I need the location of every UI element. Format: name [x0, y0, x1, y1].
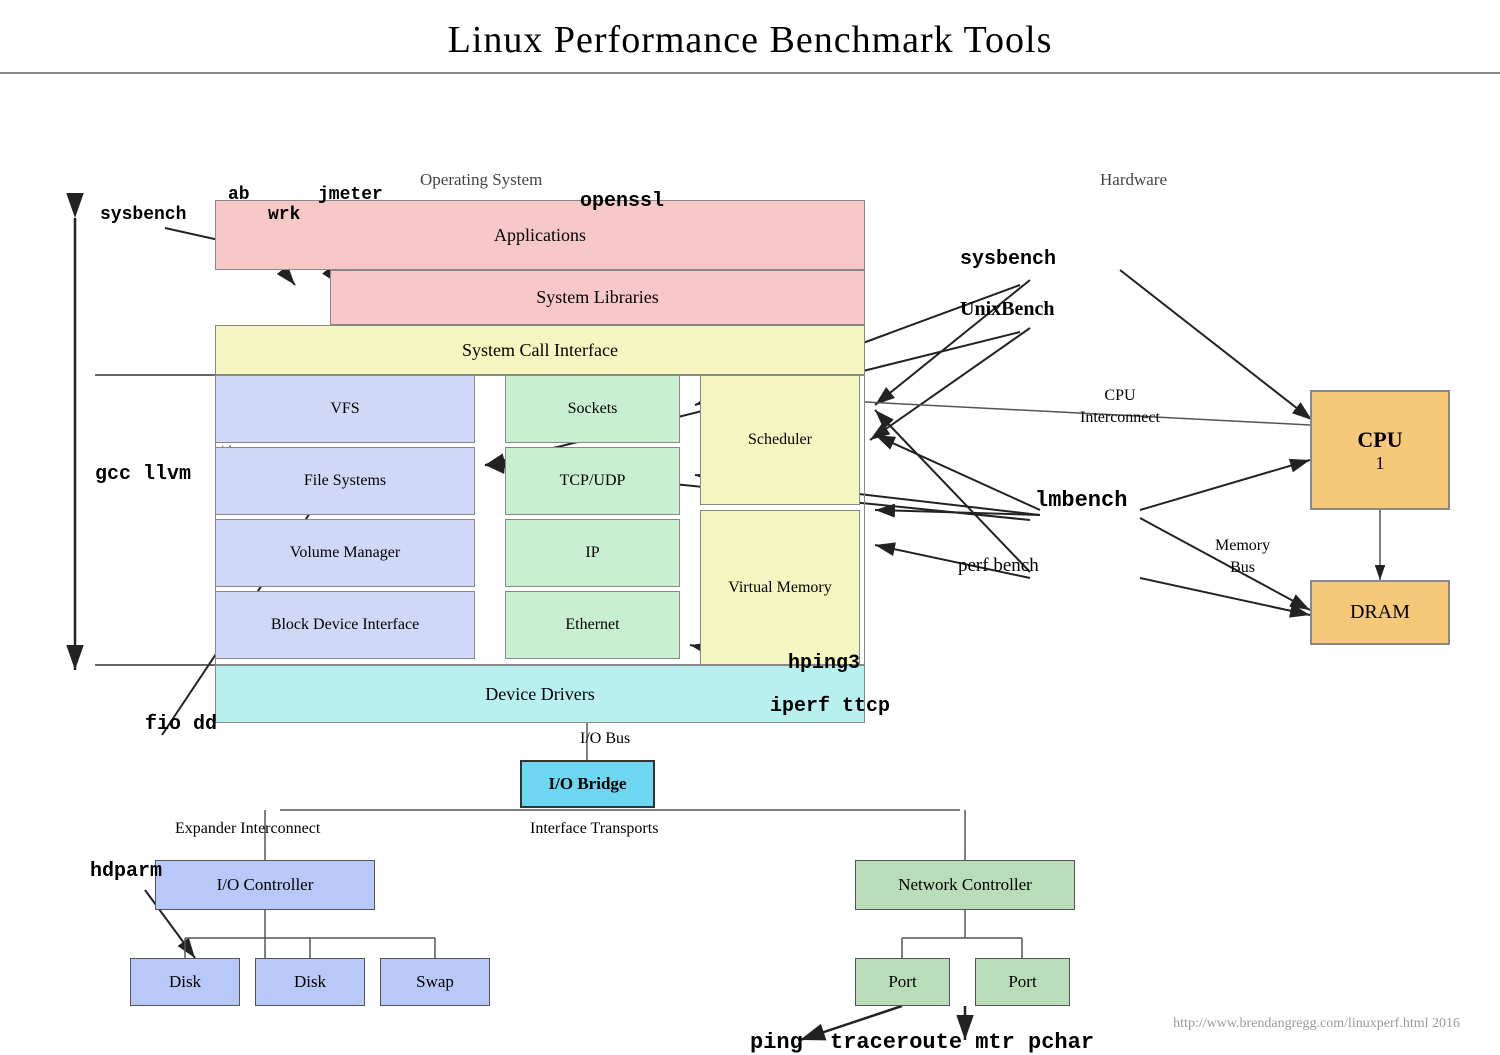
os-region-label: Operating System	[420, 170, 542, 190]
disk1-box: Disk	[130, 958, 240, 1006]
syscall-label: System Call Interface	[462, 340, 618, 361]
layer-syscall: System Call Interface	[215, 325, 865, 375]
device-drivers-label: Device Drivers	[485, 684, 594, 705]
layer-drivers: Device Drivers	[215, 665, 865, 723]
swap-box: Swap	[380, 958, 490, 1006]
disk1-label: Disk	[169, 972, 201, 992]
sockets-label: Sockets	[568, 400, 618, 418]
net-controller-label: Network Controller	[898, 875, 1032, 895]
io-controller-label: I/O Controller	[217, 875, 314, 895]
ping-tool: ping	[750, 1030, 803, 1055]
dram-label: DRAM	[1350, 601, 1410, 624]
filesystems-box: File Systems	[215, 447, 475, 515]
wrk-tool: wrk	[268, 205, 300, 225]
scheduler-box: Scheduler	[700, 375, 860, 505]
cpu-box: CPU 1	[1310, 390, 1450, 510]
ip-label: IP	[585, 544, 599, 562]
layer-applications: Applications	[215, 200, 865, 270]
filesystems-label: File Systems	[304, 472, 386, 490]
block-device-label: Block Device Interface	[271, 616, 419, 634]
volume-manager-label: Volume Manager	[290, 544, 400, 562]
virtual-memory-label: Virtual Memory	[728, 579, 831, 597]
io-bus-label: I/O Bus	[580, 730, 630, 748]
vfs-label: VFS	[330, 400, 359, 418]
ab-tool: ab	[228, 185, 250, 205]
swap-label: Swap	[416, 972, 454, 992]
cpu-label: CPU	[1357, 427, 1402, 453]
syslibs-label: System Libraries	[536, 287, 658, 308]
unixbench-label: UnixBench	[960, 298, 1054, 320]
applications-label: Applications	[494, 225, 586, 246]
sysbench-right-tool: sysbench	[960, 248, 1056, 271]
tcp-udp-label: TCP/UDP	[560, 472, 626, 490]
interface-transports-label: Interface Transports	[530, 820, 658, 838]
disk2-label: Disk	[294, 972, 326, 992]
scheduler-label: Scheduler	[748, 431, 812, 449]
port1-box: Port	[855, 958, 950, 1006]
vfs-box: VFS	[215, 375, 475, 443]
volume-manager-box: Volume Manager	[215, 519, 475, 587]
openssl-tool: openssl	[580, 190, 664, 213]
ethernet-label: Ethernet	[565, 616, 619, 634]
hping3-tool: hping3	[788, 652, 860, 675]
hw-region-label: Hardware	[1100, 170, 1167, 190]
fio-dd-tool: fio dd	[145, 710, 217, 740]
block-device-box: Block Device Interface	[215, 591, 475, 659]
io-bridge-box: I/O Bridge	[520, 760, 655, 808]
ip-box: IP	[505, 519, 680, 587]
page-title: Linux Performance Benchmark Tools	[0, 0, 1500, 74]
virtual-memory-box: Virtual Memory	[700, 510, 860, 665]
io-bridge-label: I/O Bridge	[549, 774, 627, 794]
jmeter-tool: jmeter	[318, 185, 383, 205]
cpu-interconnect-label: CPUInterconnect	[1080, 385, 1160, 430]
io-controller-box: I/O Controller	[155, 860, 375, 910]
net-controller-box: Network Controller	[855, 860, 1075, 910]
disk2-box: Disk	[255, 958, 365, 1006]
port1-label: Port	[888, 972, 916, 992]
port2-box: Port	[975, 958, 1070, 1006]
unixbench-tool: UnixBench	[960, 298, 1054, 321]
url-label: http://www.brendangregg.com/linuxperf.ht…	[1173, 1016, 1460, 1032]
lmbench-tool: lmbench	[1035, 488, 1127, 513]
port2-label: Port	[1008, 972, 1036, 992]
sockets-box: Sockets	[505, 375, 680, 443]
expander-interconnect-label: Expander Interconnect	[175, 820, 320, 838]
dram-box: DRAM	[1310, 580, 1450, 645]
perf-bench-tool: perf bench	[958, 555, 1039, 577]
tcp-udp-box: TCP/UDP	[505, 447, 680, 515]
cpu-num: 1	[1376, 453, 1385, 474]
memory-bus-label: MemoryBus	[1215, 535, 1270, 580]
hdparm-tool: hdparm	[90, 860, 162, 883]
iperf-ttcp-tool: iperf ttcp	[770, 695, 890, 718]
sysbench-left-tool: sysbench	[100, 205, 186, 225]
layer-syslibs: System Libraries	[330, 270, 865, 325]
traceroute-tool: traceroute mtr pchar	[830, 1030, 1094, 1055]
ethernet-box: Ethernet	[505, 591, 680, 659]
gcc-llvm-tool: gcc llvm	[95, 460, 191, 490]
